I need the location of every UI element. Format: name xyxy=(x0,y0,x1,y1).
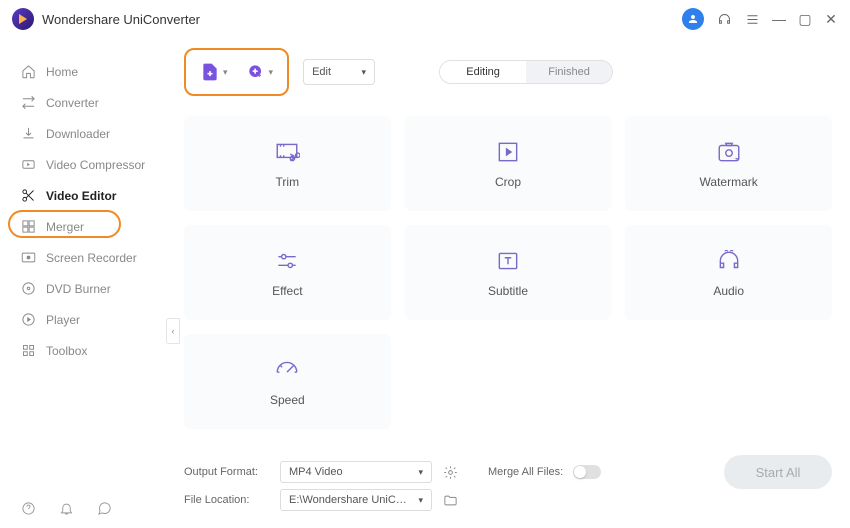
audio-icon xyxy=(716,248,742,274)
sidebar-item-downloader[interactable]: Downloader xyxy=(0,118,174,149)
toolbar: ▾ ▾ Edit ▾ Editing Finished xyxy=(184,48,832,96)
sidebar-item-dvd-burner[interactable]: DVD Burner xyxy=(0,273,174,304)
trim-icon xyxy=(274,139,300,165)
converter-icon xyxy=(20,95,36,111)
sidebar-item-screen-recorder[interactable]: Screen Recorder xyxy=(0,242,174,273)
user-avatar[interactable] xyxy=(682,8,704,30)
play-icon xyxy=(20,312,36,328)
disc-icon xyxy=(20,281,36,297)
watermark-icon xyxy=(716,139,742,165)
sidebar-item-label: Video Editor xyxy=(46,189,116,203)
crop-icon xyxy=(495,139,521,165)
card-subtitle[interactable]: Subtitle xyxy=(405,225,612,320)
sidebar-item-compressor[interactable]: Video Compressor xyxy=(0,149,174,180)
output-format-select[interactable]: MP4 Video ▾ xyxy=(280,461,432,483)
chevron-down-icon: ▾ xyxy=(223,67,228,78)
add-file-button[interactable]: ▾ xyxy=(200,62,228,82)
subtitle-icon xyxy=(495,248,521,274)
feedback-icon[interactable] xyxy=(96,500,112,516)
effect-icon xyxy=(274,248,300,274)
card-effect[interactable]: Effect xyxy=(184,225,391,320)
collapse-sidebar-button[interactable]: ‹ xyxy=(166,318,180,344)
sidebar-item-label: Home xyxy=(46,65,78,79)
card-crop[interactable]: Crop xyxy=(405,116,612,211)
file-location-select[interactable]: E:\Wondershare UniConverter ▾ xyxy=(280,489,432,511)
sidebar-item-converter[interactable]: Converter xyxy=(0,87,174,118)
toolbox-icon xyxy=(20,343,36,359)
output-format-label: Output Format: xyxy=(184,466,270,478)
record-icon xyxy=(20,250,36,266)
start-all-button[interactable]: Start All xyxy=(724,455,832,489)
minimize-button[interactable]: — xyxy=(772,12,786,26)
sidebar-item-toolbox[interactable]: Toolbox xyxy=(0,335,174,366)
sidebar-item-video-editor[interactable]: Video Editor xyxy=(0,180,174,211)
sidebar-item-label: Screen Recorder xyxy=(46,251,137,265)
folder-icon[interactable] xyxy=(442,492,458,508)
card-speed[interactable]: Speed xyxy=(184,334,391,429)
sidebar: Home Converter Downloader Video Compress… xyxy=(0,38,174,528)
sidebar-item-merger[interactable]: Merger xyxy=(0,211,174,242)
sidebar-item-label: Converter xyxy=(46,96,99,110)
home-icon xyxy=(20,64,36,80)
add-files-group: ▾ ▾ xyxy=(184,48,289,96)
status-segment: Editing Finished xyxy=(439,60,613,84)
sidebar-item-label: Toolbox xyxy=(46,344,87,358)
download-icon xyxy=(20,126,36,142)
chevron-down-icon: ▾ xyxy=(362,67,367,78)
merge-label: Merge All Files: xyxy=(488,466,563,478)
chevron-down-icon: ▾ xyxy=(418,495,423,506)
sidebar-item-label: Downloader xyxy=(46,127,110,141)
sidebar-item-label: Player xyxy=(46,313,80,327)
settings-icon[interactable] xyxy=(442,464,458,480)
help-icon[interactable] xyxy=(20,500,36,516)
editor-grid: Trim Crop Watermark Effect Subtitle Audi… xyxy=(184,116,832,429)
chevron-down-icon: ▾ xyxy=(269,67,274,78)
headset-icon[interactable] xyxy=(716,11,732,27)
main-content: ▾ ▾ Edit ▾ Editing Finished Trim xyxy=(174,38,850,528)
chevron-down-icon: ▾ xyxy=(418,467,423,478)
merger-icon xyxy=(20,219,36,235)
titlebar: Wondershare UniConverter — ▢ ✕ xyxy=(0,0,850,38)
tab-editing[interactable]: Editing xyxy=(440,61,526,83)
sidebar-item-player[interactable]: Player xyxy=(0,304,174,335)
sidebar-item-label: Merger xyxy=(46,220,84,234)
card-trim[interactable]: Trim xyxy=(184,116,391,211)
menu-icon[interactable] xyxy=(744,11,760,27)
edit-dropdown[interactable]: Edit ▾ xyxy=(303,59,375,85)
maximize-button[interactable]: ▢ xyxy=(798,12,812,26)
bottom-bar: Output Format: MP4 Video ▾ Merge All Fil… xyxy=(184,448,832,528)
compress-icon xyxy=(20,157,36,173)
merge-toggle[interactable] xyxy=(573,465,601,479)
card-audio[interactable]: Audio xyxy=(625,225,832,320)
app-title: Wondershare UniConverter xyxy=(42,12,200,27)
scissors-icon xyxy=(20,188,36,204)
speed-icon xyxy=(274,357,300,383)
sidebar-item-label: Video Compressor xyxy=(46,158,145,172)
close-button[interactable]: ✕ xyxy=(824,12,838,26)
sidebar-item-home[interactable]: Home xyxy=(0,56,174,87)
file-location-label: File Location: xyxy=(184,494,270,506)
bell-icon[interactable] xyxy=(58,500,74,516)
app-logo xyxy=(12,8,34,30)
card-watermark[interactable]: Watermark xyxy=(625,116,832,211)
add-folder-button[interactable]: ▾ xyxy=(246,62,274,82)
tab-finished[interactable]: Finished xyxy=(526,61,612,83)
sidebar-item-label: DVD Burner xyxy=(46,282,111,296)
